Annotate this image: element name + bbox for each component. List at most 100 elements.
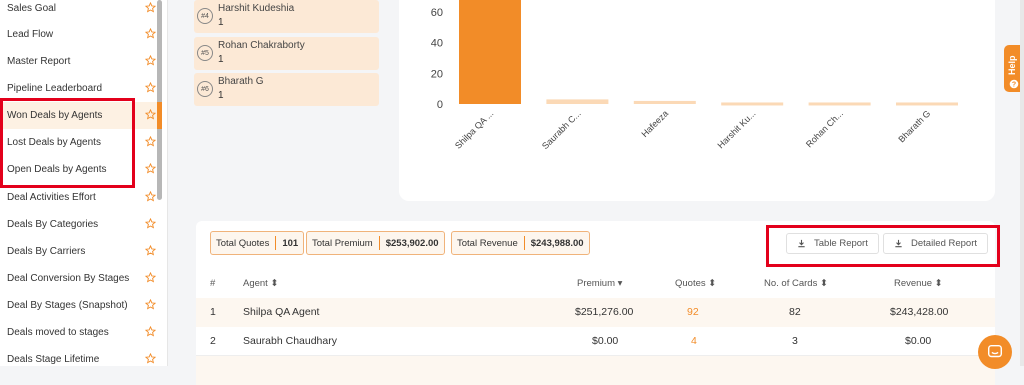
sidebar-item-label: Deals moved to stages <box>7 327 109 338</box>
y-tick-label: 0 <box>437 99 443 111</box>
table-report-button[interactable]: Table Report <box>786 233 879 254</box>
star-icon[interactable] <box>145 326 156 337</box>
rank-badge: #4 <box>197 8 213 24</box>
leaderboard-card: #6 Bharath G 1 <box>194 73 379 106</box>
agent-name: Harshit Kudeshia <box>218 3 295 14</box>
star-icon[interactable] <box>145 272 156 283</box>
row-number: 2 <box>210 335 216 347</box>
sidebar-item-label: Deals By Carriers <box>7 246 86 257</box>
button-label: Detailed Report <box>911 238 978 249</box>
sidebar-item-deals-by-categories[interactable]: Deals By Categories <box>0 211 162 238</box>
sidebar-item-label: Deals By Categories <box>7 219 99 230</box>
sidebar-item-deal-conversion-by-stages[interactable]: Deal Conversion By Stages <box>0 265 162 292</box>
revenue-cell: $243,428.00 <box>890 306 949 318</box>
sidebar-item-label: Deals Stage Lifetime <box>7 354 100 365</box>
column-header-agent[interactable]: Agent ⬍ <box>243 278 278 289</box>
deal-count: 1 <box>218 17 224 28</box>
y-tick-label: 60 <box>431 7 443 19</box>
sidebar-item-label: Pipeline Leaderboard <box>7 83 103 94</box>
table-row[interactable]: 2 Saurabh Chaudhary $0.00 4 3 $0.00 <box>196 327 995 356</box>
won-deals-chart: 0 20 40 60 Shilpa QA ... Saurabh C... Hafeeza H… <box>399 0 995 201</box>
column-header-cards[interactable]: No. of Cards ⬍ <box>764 278 828 289</box>
star-icon[interactable] <box>145 163 156 174</box>
star-icon[interactable] <box>145 82 156 93</box>
column-header-premium[interactable]: Premium ▾ <box>577 278 622 289</box>
table-row[interactable] <box>196 356 995 385</box>
sidebar-item-deals-by-carriers[interactable]: Deals By Carriers <box>0 238 162 265</box>
star-icon[interactable] <box>145 299 156 310</box>
agent-name: Rohan Chakraborty <box>218 40 305 51</box>
chat-icon <box>987 344 1003 358</box>
sidebar-item-label: Master Report <box>7 56 71 67</box>
quotes-cell[interactable]: 4 <box>691 335 697 347</box>
sidebar-item-lead-flow[interactable]: Lead Flow <box>0 21 162 48</box>
sidebar-item-deal-by-stages-snapshot[interactable]: Deal By Stages (Snapshot) <box>0 292 162 319</box>
stat-label: Total Revenue <box>457 237 518 249</box>
table-row[interactable]: 1 Shilpa QA Agent $251,276.00 92 82 $243… <box>196 298 995 327</box>
column-header-quotes[interactable]: Quotes ⬍ <box>675 278 716 289</box>
star-icon[interactable] <box>145 28 156 39</box>
bar-chart: 0 20 40 60 Shilpa QA ... Saurabh C... Hafeeza H… <box>431 0 958 151</box>
stat-label: Total Premium <box>312 237 373 249</box>
stat-label: Total Quotes <box>216 237 270 249</box>
cards-cell: 82 <box>789 306 801 318</box>
deal-count: 1 <box>218 90 224 101</box>
premium-cell: $251,276.00 <box>575 306 634 318</box>
sidebar-item-deals-stage-lifetime[interactable]: Deals Stage Lifetime <box>0 346 162 373</box>
quotes-cell[interactable]: 92 <box>687 306 699 318</box>
premium-cell: $0.00 <box>592 335 619 347</box>
star-icon[interactable] <box>145 245 156 256</box>
sidebar-item-label: Deal Activities Effort <box>7 192 96 203</box>
revenue-cell: $0.00 <box>905 335 932 347</box>
sidebar-item-label: Lead Flow <box>7 29 54 40</box>
leaderboard-card: #5 Rohan Chakraborty 1 <box>194 37 379 70</box>
sidebar-item-sales-goal[interactable]: Sales Goal <box>0 0 162 22</box>
x-tick-label: Rohan Ch... <box>804 108 845 149</box>
stat-value: 101 <box>282 237 299 249</box>
report-table-panel: Total Quotes 101 Total Premium $253,902.00… <box>196 221 1000 385</box>
help-label: Help <box>1007 55 1017 75</box>
total-quotes-stat: Total Quotes 101 <box>210 231 305 255</box>
star-icon[interactable] <box>145 55 156 66</box>
total-revenue-stat: Total Revenue $243,988.00 <box>451 231 590 255</box>
x-tick-label: Bharath G <box>896 108 932 144</box>
chart-bar[interactable] <box>633 100 696 104</box>
agent-name: Bharath G <box>218 76 264 87</box>
star-icon[interactable] <box>145 218 156 229</box>
x-tick-label: Hafeeza <box>639 108 670 139</box>
chart-bar[interactable] <box>546 99 609 104</box>
chat-launcher-button[interactable] <box>978 335 1012 369</box>
help-icon: ? <box>1009 79 1019 89</box>
rank-badge: #6 <box>197 81 213 97</box>
download-icon <box>798 239 805 248</box>
download-icon <box>895 239 902 248</box>
chart-bar[interactable] <box>721 102 784 106</box>
star-icon[interactable] <box>145 353 156 364</box>
stat-value: $253,902.00 <box>385 237 439 249</box>
sidebar-item-master-report[interactable]: Master Report <box>0 48 162 75</box>
star-icon[interactable] <box>145 136 156 147</box>
agent-cell: Shilpa QA Agent <box>243 306 320 318</box>
page-scrollbar-track[interactable] <box>1020 0 1024 366</box>
sidebar-item-deal-activities-effort[interactable]: Deal Activities Effort <box>0 184 162 211</box>
deal-count: 1 <box>218 54 224 65</box>
column-header-number: # <box>210 278 216 289</box>
chart-bar[interactable] <box>896 102 958 106</box>
y-tick-label: 40 <box>431 38 443 50</box>
star-icon[interactable] <box>145 2 156 13</box>
agent-cell: Saurabh Chaudhary <box>243 335 337 347</box>
x-tick-label: Shilpa QA ... <box>453 108 495 150</box>
x-tick-label: Saurabh C... <box>540 108 583 151</box>
sidebar-scrollbar[interactable] <box>157 0 162 200</box>
chart-bar[interactable] <box>808 102 871 106</box>
chart-bar[interactable] <box>459 0 521 104</box>
leaderboard-card: #4 Harshit Kudeshia 1 <box>194 0 379 33</box>
sidebar-item-deals-moved-to-stages[interactable]: Deals moved to stages <box>0 319 162 346</box>
star-icon[interactable] <box>145 191 156 202</box>
detailed-report-button[interactable]: Detailed Report <box>883 233 989 254</box>
star-icon[interactable] <box>145 109 156 120</box>
x-tick-label: Harshit Ku... <box>716 108 758 150</box>
column-header-revenue[interactable]: Revenue ⬍ <box>894 278 943 289</box>
stat-value: $243,988.00 <box>530 237 584 249</box>
active-item-indicator <box>157 102 162 129</box>
